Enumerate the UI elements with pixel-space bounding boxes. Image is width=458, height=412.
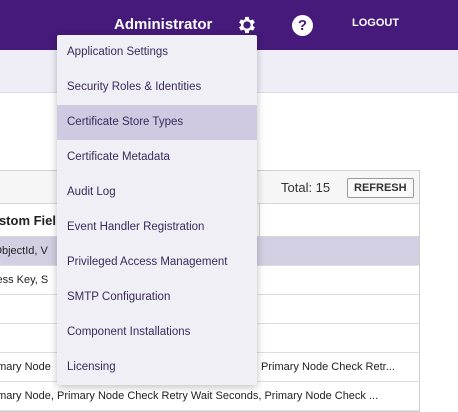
menu-item-component-installations[interactable]: Component Installations (57, 315, 257, 350)
menu-item-label: Application Settings (67, 46, 169, 58)
column-header-custom-fields[interactable]: ustom Fiel (0, 213, 56, 228)
menu-item-smtp-configuration[interactable]: SMTP Configuration (57, 280, 257, 315)
user-name[interactable]: Administrator (114, 16, 212, 33)
column-divider (259, 204, 260, 236)
table-cell: cess Key, S (0, 274, 49, 286)
menu-item-licensing[interactable]: Licensing (57, 350, 257, 385)
menu-item-security-roles[interactable]: Security Roles & Identities (57, 70, 257, 105)
table-cell: rimary Node, Primary Node Check Retry Wa… (0, 390, 379, 402)
menu-item-certificate-store-types[interactable]: Certificate Store Types (57, 105, 257, 140)
total-count: Total: 15 (281, 180, 331, 195)
help-icon[interactable]: ? (292, 15, 313, 36)
menu-item-label: SMTP Configuration (67, 291, 171, 303)
logout-button[interactable]: LOGOUT (352, 17, 399, 29)
gear-icon[interactable] (236, 14, 258, 36)
menu-item-label: Certificate Metadata (67, 151, 170, 163)
menu-item-application-settings[interactable]: Application Settings (57, 35, 257, 70)
menu-item-privileged-access-management[interactable]: Privileged Access Management (57, 245, 257, 280)
menu-item-event-handler-registration[interactable]: Event Handler Registration (57, 210, 257, 245)
menu-item-label: Audit Log (67, 186, 116, 198)
menu-item-label: Component Installations (67, 326, 191, 338)
menu-item-label: Privileged Access Management (67, 256, 228, 268)
menu-item-certificate-metadata[interactable]: Certificate Metadata (57, 140, 257, 175)
refresh-button[interactable]: REFRESH (347, 178, 414, 198)
menu-item-label: Licensing (67, 361, 116, 373)
menu-item-audit-log[interactable]: Audit Log (57, 175, 257, 210)
table-row[interactable]: rimary Node, Primary Node Check Retry Wa… (0, 382, 419, 411)
settings-dropdown-menu: Application Settings Security Roles & Id… (57, 35, 257, 385)
table-cell: Primary Node Check Retr... (261, 361, 395, 373)
table-cell: rimary Node (0, 361, 51, 373)
table-cell: lObjectId, V (0, 245, 48, 257)
menu-item-label: Security Roles & Identities (67, 81, 202, 93)
menu-item-label: Certificate Store Types (67, 116, 184, 128)
menu-item-label: Event Handler Registration (67, 221, 205, 233)
